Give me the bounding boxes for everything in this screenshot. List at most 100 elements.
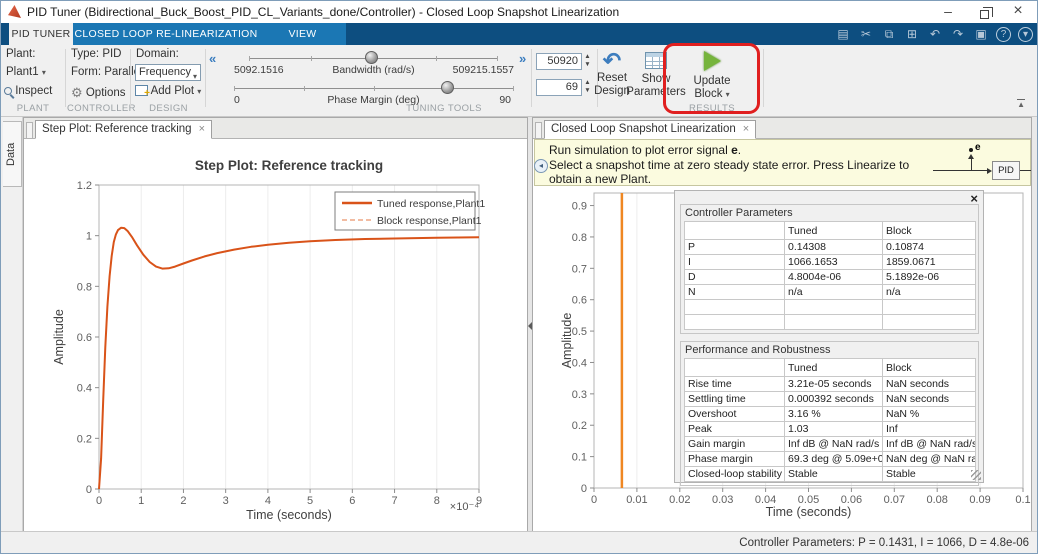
svg-text:3: 3 [223, 495, 229, 507]
redo-icon[interactable]: ↷ [950, 25, 966, 43]
table-cell: n/a [785, 285, 883, 300]
table-row [685, 300, 976, 315]
inspect-button[interactable]: Inspect [4, 85, 52, 97]
parameters-overlay: × Controller Parameters TunedBlockP0.143… [674, 190, 984, 483]
step-plot-chart: 012345678900.20.40.60.811.2Step Plot: Re… [24, 139, 527, 531]
snapshot-pane: Closed Loop Snapshot Linearization× ◂ Ru… [532, 117, 1032, 531]
table-cell: Phase margin [685, 452, 785, 467]
domain-select[interactable]: Frequency▾ [135, 64, 201, 81]
table-row: Gain marginInf dB @ NaN rad/sInf dB @ Na… [685, 437, 976, 452]
help-icon[interactable]: ? [996, 27, 1011, 42]
table-cell: N [685, 285, 785, 300]
bandwidth-value-input[interactable]: 50920 [536, 53, 582, 70]
ribbon-divider [205, 49, 206, 107]
bandwidth-slider-knob[interactable] [365, 51, 378, 64]
plant-label: Plant: [6, 48, 35, 60]
group-title: Controller Parameters [684, 207, 975, 221]
tuning-tools-section-label: TUNING TOOLS [389, 103, 499, 114]
svg-text:×10⁻⁴: ×10⁻⁴ [450, 501, 479, 513]
tab-sliver [26, 122, 33, 138]
svg-text:0.9: 0.9 [572, 201, 587, 213]
table-cell: P [685, 240, 785, 255]
chevron-down-icon: ▾ [193, 69, 197, 84]
error-dot-icon [969, 148, 973, 152]
svg-text:2: 2 [180, 495, 186, 507]
side-strip: Data Browser [1, 117, 23, 531]
svg-text:0: 0 [86, 484, 92, 496]
restore-icon [980, 10, 989, 19]
copy-icon[interactable]: ⧉ [881, 25, 897, 43]
pid-loop-diagram: e PID [931, 140, 1031, 187]
quick-access-toolbar: ▤ ✂ ⧉ ⊞ ↶ ↷ ▣ ? ▾ [835, 24, 1033, 44]
options-button[interactable]: ⚙ Options [71, 85, 126, 101]
error-signal-symbol: e [731, 143, 738, 157]
bandwidth-slider[interactable] [249, 58, 498, 59]
matlab-app-icon [8, 5, 21, 18]
table-cell: Overshoot [685, 407, 785, 422]
plant-section-label: PLANT [1, 103, 65, 114]
title-bar: PID Tuner (Bidirectional_Buck_Boost_PID_… [1, 1, 1037, 23]
paste-icon[interactable]: ⊞ [904, 25, 920, 43]
phase-value-input[interactable]: 69 [536, 79, 582, 96]
close-icon[interactable]: × [743, 123, 749, 135]
table-cell: 0.10874 [883, 240, 976, 255]
resize-grip[interactable] [971, 470, 981, 480]
info-collapse-icon[interactable]: ◂ [534, 159, 548, 173]
collapse-sliders-left-icon[interactable]: « [209, 51, 216, 66]
table-header [685, 222, 785, 240]
pid-tuner-window: PID Tuner (Bidirectional_Buck_Boost_PID_… [0, 0, 1038, 554]
table-cell [685, 315, 785, 330]
undo-icon[interactable]: ↶ [927, 25, 943, 43]
table-row: Settling time0.000392 secondsNaN seconds [685, 392, 976, 407]
table-cell: Inf [883, 422, 976, 437]
svg-text:0.8: 0.8 [77, 281, 92, 293]
minimize-button[interactable]: – [931, 1, 965, 23]
svg-text:Amplitude: Amplitude [560, 313, 574, 369]
svg-text:0: 0 [591, 494, 597, 506]
svg-text:0.6: 0.6 [77, 332, 92, 344]
step-svg: 012345678900.20.40.60.811.2Step Plot: Re… [24, 139, 527, 531]
svg-text:0.09: 0.09 [969, 494, 990, 506]
save-icon[interactable]: ▤ [835, 25, 851, 43]
close-icon[interactable]: × [199, 123, 205, 135]
chevron-down-icon: ▾ [726, 90, 730, 99]
status-bar: Controller Parameters: P = 0.1431, I = 1… [1, 531, 1037, 554]
gear-icon: ⚙ [71, 85, 83, 100]
controller-type-label: Type: PID [71, 48, 122, 60]
ribbon-tabstrip: PID TUNER CLOSED LOOP RE-LINEARIZATION V… [1, 23, 1037, 45]
tab-view[interactable]: VIEW [259, 23, 346, 45]
bandwidth-slider-label: Bandwidth (rad/s) [321, 64, 426, 76]
domain-label: Domain: [136, 48, 179, 60]
data-browser-tab[interactable]: Data Browser [3, 121, 22, 187]
expand-sliders-right-icon[interactable]: » [519, 51, 526, 66]
step-plot-tab[interactable]: Step Plot: Reference tracking× [35, 120, 212, 139]
table-row: P0.143080.10874 [685, 240, 976, 255]
qat-dropdown-icon[interactable]: ▾ [1018, 27, 1033, 42]
main-area: Data Browser Step Plot: Reference tracki… [1, 117, 1037, 531]
close-button[interactable]: × [1001, 1, 1035, 23]
controller-section-label: CONTROLLER [67, 103, 130, 114]
update-block-button[interactable]: UpdateBlock ▾ [683, 51, 741, 101]
add-plot-button[interactable]: Add Plot ▾ [135, 85, 201, 97]
plant-dropdown[interactable]: Plant1 ▾ [6, 66, 46, 78]
table-row: Rise time3.21e-05 secondsNaN seconds [685, 377, 976, 392]
tab-pid-tuner[interactable]: PID TUNER [9, 23, 73, 45]
svg-text:0: 0 [96, 495, 102, 507]
table-row: Overshoot3.16 %NaN % [685, 407, 976, 422]
group-title: Performance and Robustness [684, 344, 975, 358]
table-cell: Rise time [685, 377, 785, 392]
restore-button[interactable] [967, 1, 1001, 23]
ribbon-divider [531, 49, 532, 107]
tab-closed-loop-relinearization[interactable]: CLOSED LOOP RE-LINEARIZATION [73, 23, 259, 45]
svg-text:Time (seconds): Time (seconds) [766, 505, 852, 519]
layout-icon[interactable]: ▣ [973, 25, 989, 43]
phase-margin-slider-knob[interactable] [441, 81, 454, 94]
phase-margin-slider[interactable] [234, 88, 514, 89]
table-cell: D [685, 270, 785, 285]
cut-icon[interactable]: ✂ [858, 25, 874, 43]
svg-text:1: 1 [138, 495, 144, 507]
collapse-ribbon-icon[interactable]: ▲ [1017, 99, 1025, 108]
svg-text:Step Plot: Reference tracking: Step Plot: Reference tracking [195, 158, 383, 173]
snapshot-tab[interactable]: Closed Loop Snapshot Linearization× [544, 120, 756, 139]
show-parameters-button[interactable]: ShowParameters [623, 52, 689, 99]
